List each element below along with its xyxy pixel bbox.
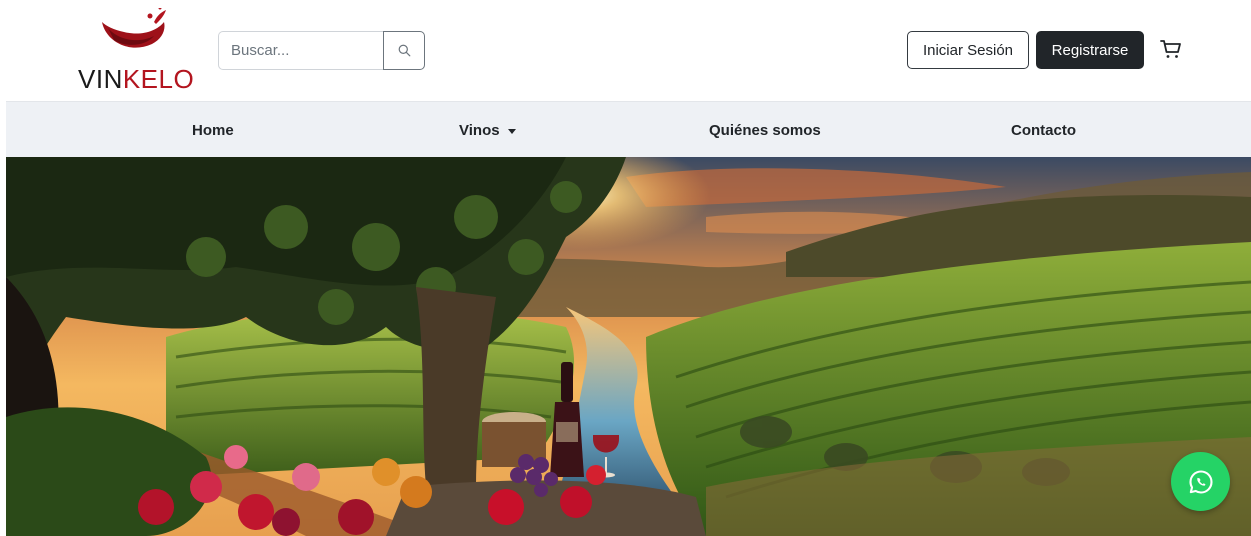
nav-item-home[interactable]: Home [192,102,234,158]
login-button[interactable]: Iniciar Sesión [907,31,1029,69]
nav-item-label: Home [192,121,234,139]
vinkelo-logo[interactable]: VINKELO [78,8,194,92]
nav-item-label: Vinos [459,121,500,139]
caret-down-icon [507,128,516,134]
whatsapp-button[interactable] [1171,452,1230,511]
whatsapp-icon [1188,469,1213,494]
logo-text-vin: VIN [78,64,123,94]
search-button[interactable] [383,31,425,70]
logo-wordmark: VINKELO [78,66,194,92]
register-button[interactable]: Registrarse [1036,31,1144,69]
main-nav: Home Vinos Quiénes somos Contacto [6,101,1251,157]
hero-image [6,157,1251,536]
search-icon [398,44,410,57]
nav-item-label: Contacto [1011,121,1076,139]
nav-item-vinos[interactable]: Vinos [459,102,516,158]
wine-splash-icon [102,8,166,48]
search-input[interactable] [218,31,384,70]
site-header: VINKELO Iniciar Sesión Registrarse [0,0,1251,101]
logo-text-kelo: KELO [122,64,195,94]
hero-banner [6,157,1251,536]
nav-item-contacto[interactable]: Contacto [1011,102,1076,158]
search-bar [218,31,425,70]
nav-item-quienes-somos[interactable]: Quiénes somos [709,102,821,158]
nav-item-label: Quiénes somos [709,121,821,139]
cart-icon[interactable] [1159,37,1183,61]
